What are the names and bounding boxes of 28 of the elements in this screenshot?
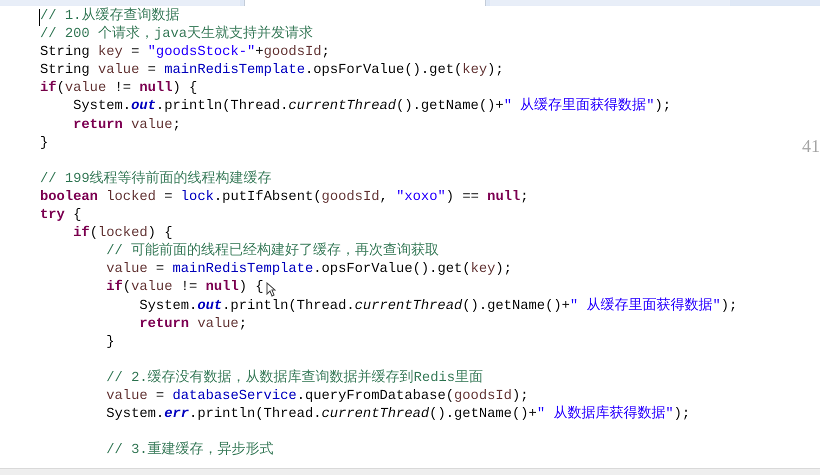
edge-text: 41 bbox=[802, 136, 820, 157]
code-line: // 200 个请求，java天生就支持并发请求 bbox=[40, 26, 314, 44]
text-caret bbox=[39, 9, 40, 26]
code-line: if(value != null) { bbox=[105, 279, 264, 298]
code-line: String key = "goodsStock-"+goodsId; bbox=[40, 44, 330, 62]
code-line: System.err.println(Thread.currentThread().getName()+" 从数据库获得数据"); bbox=[105, 406, 690, 424]
code-line: } bbox=[40, 134, 48, 153]
editor-tab[interactable] bbox=[490, 0, 730, 6]
code-line: System.out.println(Thread.currentThread().getName()+" 从缓存里面获得数据"); bbox=[138, 298, 738, 316]
code-line: System.out.println(Thread.currentThread().getName()+" 从缓存里面获得数据"); bbox=[72, 98, 672, 116]
code-line: String value = mainRedisTemplate.opsForValue().get(key); bbox=[40, 62, 504, 80]
code-line: value = databaseService.queryFromDatabase(goodsId); bbox=[105, 388, 529, 406]
editor-tab[interactable] bbox=[0, 0, 240, 6]
code-line: if(value != null) { bbox=[40, 80, 198, 98]
code-line: } bbox=[105, 334, 115, 352]
code-line: value = mainRedisTemplate.opsForValue().get(key); bbox=[105, 261, 512, 280]
mouse-pointer-icon bbox=[266, 282, 276, 297]
code-line: // 199线程等待前面的线程构建缓存 bbox=[40, 170, 272, 189]
code-line: // 可能前面的线程已经构建好了缓存，再次查询获取 bbox=[105, 243, 440, 262]
code-line: return value; bbox=[138, 316, 247, 334]
code-line: boolean locked = lock.putIfAbsent(goodsId, "xoxo") == null; bbox=[40, 188, 529, 207]
code-line: // 2.缓存没有数据，从数据库查询数据并缓存到Redis里面 bbox=[105, 370, 484, 388]
code-line: if(locked) { bbox=[72, 225, 172, 242]
code-line: try { bbox=[40, 207, 82, 226]
code-line: // 1.从缓存查询数据 bbox=[40, 8, 180, 26]
code-line: // 3.重建缓存，异步形式 bbox=[105, 442, 274, 460]
editor-tab[interactable] bbox=[244, 0, 486, 6]
code-line: return value; bbox=[72, 116, 181, 135]
